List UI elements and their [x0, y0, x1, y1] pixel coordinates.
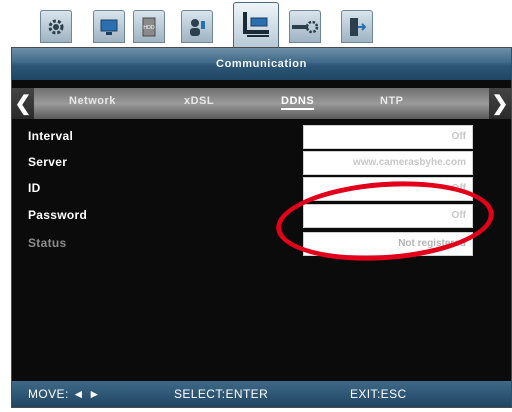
subtab-xdsl[interactable]: xDSL	[184, 95, 214, 107]
password-label: Password	[28, 208, 88, 222]
next-tab-arrow-icon[interactable]: ❯	[489, 88, 511, 119]
tab-communication[interactable]	[233, 2, 279, 48]
subtab-ntp[interactable]: NTP	[380, 95, 404, 107]
interval-field[interactable]: Off	[303, 125, 473, 149]
exit-hint: EXIT:ESC	[350, 387, 407, 401]
device-settings-icon	[291, 18, 319, 36]
exit-door-icon	[348, 16, 366, 38]
row-id: ID Off	[12, 177, 511, 201]
gear-icon	[46, 17, 66, 37]
status-label: Status	[28, 236, 67, 250]
communication-window: Communication ❮ Network xDSL DDNS NTP ❯ …	[11, 47, 512, 408]
status-value: Not registered	[303, 232, 473, 256]
window-title: Communication	[12, 48, 511, 80]
prev-tab-arrow-icon[interactable]: ❮	[12, 88, 34, 119]
interval-label: Interval	[28, 129, 74, 143]
id-label: ID	[28, 181, 41, 195]
server-field[interactable]: www.camerasbyhe.com	[303, 151, 473, 175]
footer-hints: MOVE: ◄ ► SELECT:ENTER EXIT:ESC	[12, 381, 511, 407]
monitor-icon	[99, 18, 119, 36]
tab-display[interactable]	[93, 10, 125, 43]
network-icon	[239, 10, 273, 40]
server-label: Server	[28, 155, 68, 169]
row-server: Server www.camerasbyhe.com	[12, 151, 511, 175]
row-status: Status Not registered	[12, 232, 511, 256]
svg-text:HDD: HDD	[143, 25, 155, 31]
tab-user[interactable]	[181, 10, 213, 43]
subtab-network[interactable]: Network	[69, 95, 116, 107]
subtab-ddns[interactable]: DDNS	[281, 95, 314, 107]
select-hint: SELECT:ENTER	[174, 387, 269, 401]
move-hint: MOVE: ◄ ►	[28, 387, 101, 401]
tab-system[interactable]	[40, 10, 72, 43]
hdd-icon: HDD	[142, 17, 156, 37]
top-tab-bar: HDD	[0, 0, 512, 48]
user-icon	[187, 17, 207, 37]
tab-exit[interactable]	[341, 10, 373, 43]
id-field[interactable]: Off	[303, 177, 473, 201]
row-interval: Interval Off	[12, 125, 511, 149]
subtab-bar: ❮ Network xDSL DDNS NTP ❯	[12, 88, 511, 119]
tab-storage[interactable]: HDD	[133, 10, 165, 43]
password-field[interactable]: Off	[303, 204, 473, 228]
row-password: Password Off	[12, 204, 511, 228]
tab-device[interactable]	[289, 10, 321, 43]
